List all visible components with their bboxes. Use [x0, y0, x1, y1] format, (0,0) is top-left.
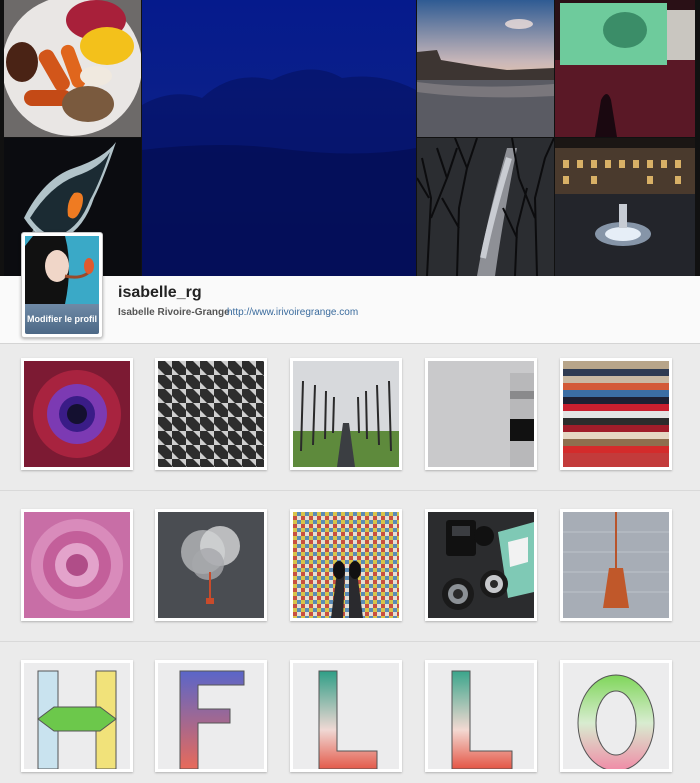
purple-anemone-photo[interactable]: [21, 358, 133, 470]
header-photo-mosaic: [0, 0, 700, 276]
mosaic-floor-feet-photo[interactable]: [290, 509, 402, 621]
row-divider: [0, 490, 700, 491]
edit-profile-button[interactable]: Modifier le profil: [25, 304, 99, 334]
letter-h-photo[interactable]: [21, 660, 133, 772]
camera-lenses-photo[interactable]: [425, 509, 537, 621]
row-divider: [0, 641, 700, 642]
letter-e-photo[interactable]: [155, 660, 267, 772]
tree-alley-photo[interactable]: [290, 358, 402, 470]
profile-website-link[interactable]: http://www.irivoiregrange.com: [227, 307, 358, 318]
round-lamps-photo[interactable]: [155, 509, 267, 621]
grey-wall-photo[interactable]: [425, 358, 537, 470]
paris-river-photo[interactable]: [417, 0, 554, 137]
pink-rose-photo[interactable]: [21, 509, 133, 621]
houndstooth-fabric-photo[interactable]: [155, 358, 267, 470]
dark-blue-sky-photo[interactable]: [142, 0, 416, 276]
letter-l-photo[interactable]: [290, 660, 402, 772]
cinema-screen-photo[interactable]: [555, 0, 695, 137]
letter-o-photo[interactable]: [560, 660, 672, 772]
letter-l-photo[interactable]: [425, 660, 537, 772]
profile-full-name: Isabelle Rivoire-Grange: [118, 307, 230, 318]
bare-trees-photo[interactable]: [417, 138, 554, 276]
night-plaza-photo[interactable]: [555, 138, 695, 276]
profile-username: isabelle_rg: [118, 284, 202, 301]
leather-tassel-photo[interactable]: [560, 509, 672, 621]
food-plate-photo[interactable]: [4, 0, 141, 137]
avatar[interactable]: [25, 236, 99, 304]
profile-avatar-card: Modifier le profil: [21, 232, 103, 338]
striped-fabrics-photo[interactable]: [560, 358, 672, 470]
